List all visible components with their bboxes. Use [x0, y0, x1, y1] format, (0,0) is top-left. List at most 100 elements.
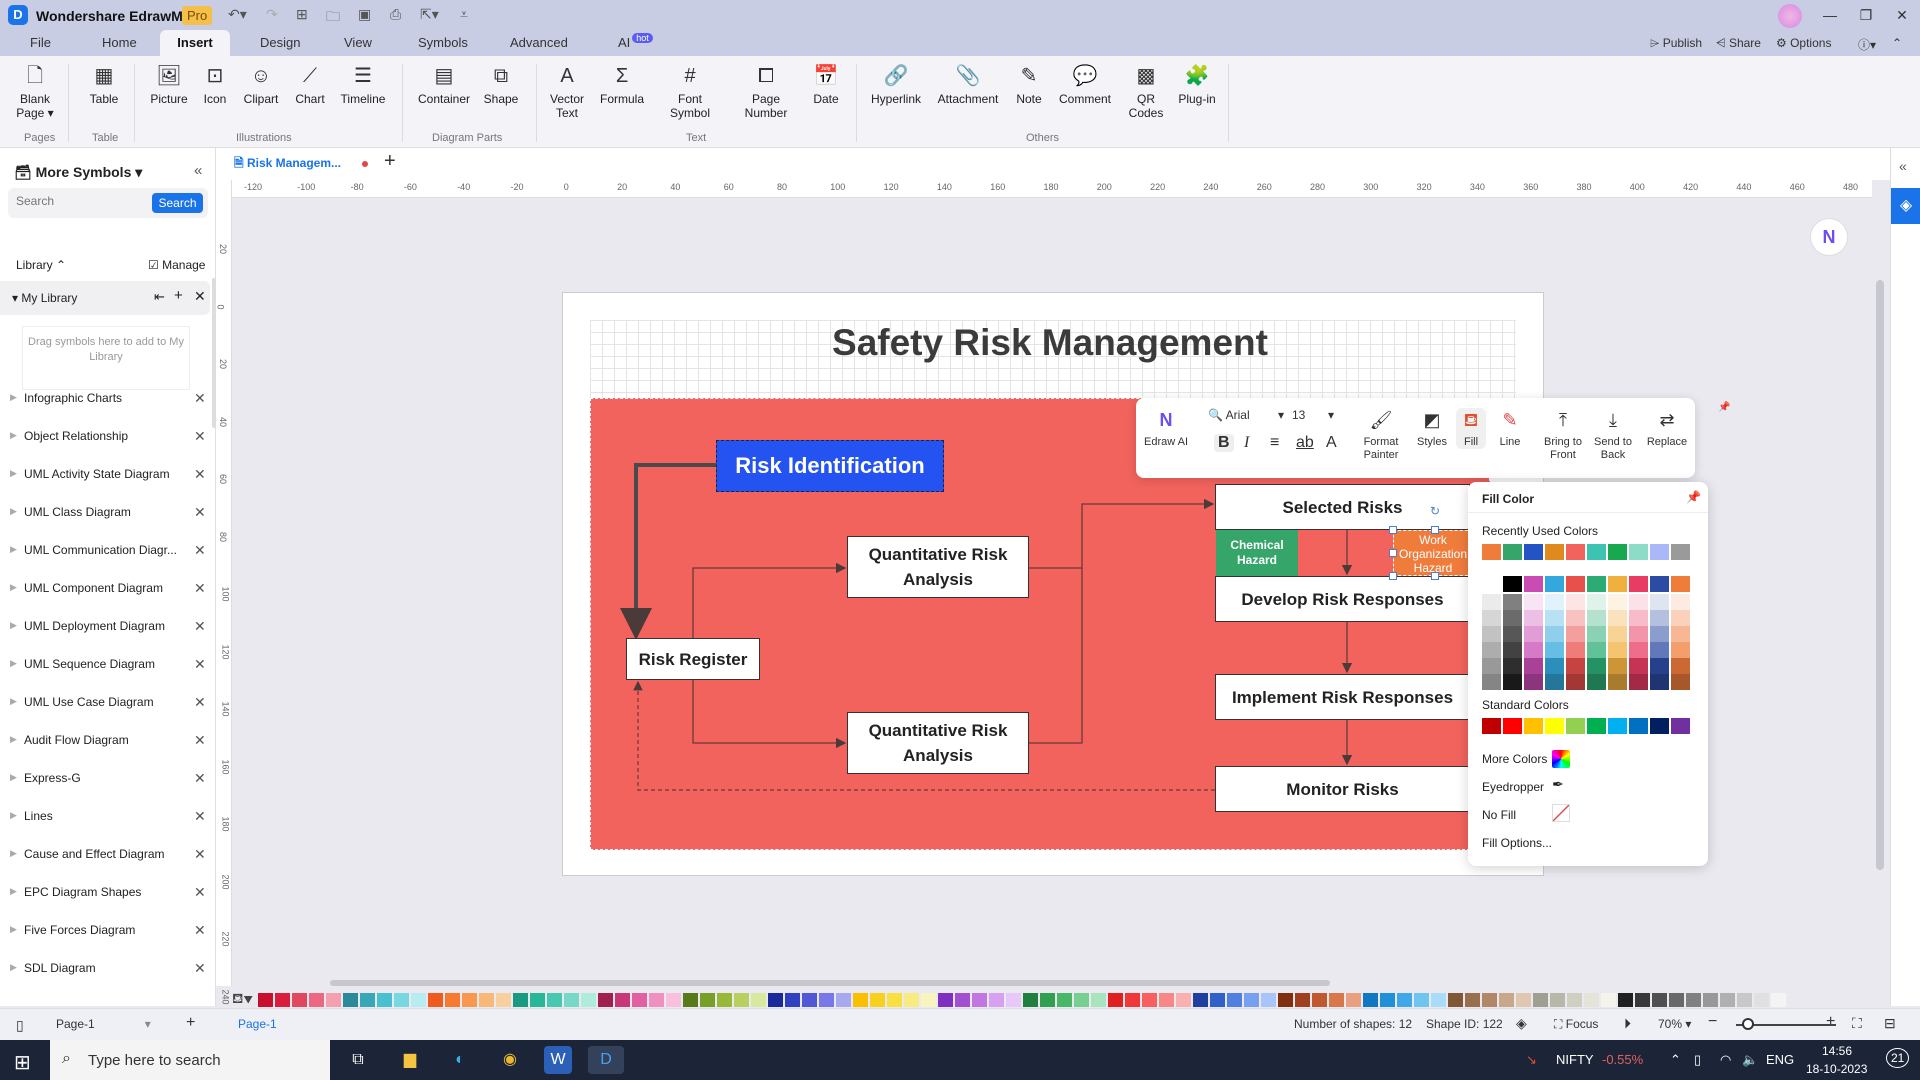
nifty-label[interactable]: NIFTY [1556, 1052, 1594, 1067]
standard-color-swatch[interactable] [1566, 718, 1585, 734]
fill-options-option[interactable]: Fill Options... [1482, 836, 1552, 850]
palette-color-swatch[interactable] [394, 993, 409, 1007]
theme-color-swatch[interactable] [1566, 610, 1585, 626]
palette-color-swatch[interactable] [360, 993, 375, 1007]
palette-color-swatch[interactable] [479, 993, 494, 1007]
task-view-icon[interactable]: ⧉ [340, 1046, 376, 1074]
palette-color-swatch[interactable] [1771, 993, 1786, 1007]
palette-color-swatch[interactable] [462, 993, 477, 1007]
theme-color-swatch[interactable] [1524, 658, 1543, 674]
recent-color-swatch[interactable] [1545, 544, 1564, 560]
theme-color-swatch[interactable] [1566, 674, 1585, 690]
recent-color-swatch[interactable] [1524, 544, 1543, 560]
theme-color-swatch[interactable] [1587, 594, 1606, 610]
horizontal-scrollbar[interactable] [330, 980, 1330, 986]
palette-color-swatch[interactable] [1380, 993, 1395, 1007]
theme-color-swatch[interactable] [1482, 594, 1501, 610]
palette-color-swatch[interactable] [343, 993, 358, 1007]
palette-color-swatch[interactable] [1023, 993, 1038, 1007]
eyedropper-option[interactable]: Eyedropper [1482, 780, 1544, 794]
palette-color-swatch[interactable] [802, 993, 817, 1007]
theme-color-swatch[interactable] [1650, 626, 1669, 642]
styles-button[interactable]: ◩ Styles [1412, 408, 1452, 449]
theme-color-swatch[interactable] [1671, 610, 1690, 626]
standard-color-swatch[interactable] [1608, 718, 1627, 734]
tray-chevron-icon[interactable]: ⌃ [1670, 1052, 1681, 1068]
recent-color-swatch[interactable] [1566, 544, 1585, 560]
theme-color-swatch[interactable] [1587, 658, 1606, 674]
palette-color-swatch[interactable] [1108, 993, 1123, 1007]
theme-color-swatch[interactable] [1482, 576, 1501, 592]
theme-color-swatch[interactable] [1482, 674, 1501, 690]
eyedropper-icon[interactable]: ✒ [1552, 776, 1564, 793]
palette-color-swatch[interactable] [717, 993, 732, 1007]
theme-color-swatch[interactable] [1587, 610, 1606, 626]
palette-color-swatch[interactable] [734, 993, 749, 1007]
risk-identification-shape[interactable]: Risk Identification [716, 440, 944, 492]
standard-color-swatch[interactable] [1545, 718, 1564, 734]
zoom-level[interactable]: 70% ▾ [1658, 1017, 1691, 1031]
palette-color-swatch[interactable] [785, 993, 800, 1007]
expand-panel-icon[interactable]: « [1899, 158, 1907, 174]
play-icon[interactable]: ⏵ [1624, 1015, 1631, 1032]
theme-color-swatch[interactable] [1650, 576, 1669, 592]
develop-risk-responses-shape[interactable]: Develop Risk Responses [1215, 576, 1470, 622]
theme-color-swatch[interactable] [1503, 626, 1522, 642]
fit-width-icon[interactable]: ⊟ [1884, 1015, 1896, 1032]
palette-color-swatch[interactable] [1499, 993, 1514, 1007]
palette-color-swatch[interactable] [1652, 993, 1667, 1007]
palette-color-swatch[interactable] [1737, 993, 1752, 1007]
palette-color-swatch[interactable] [632, 993, 647, 1007]
more-colors-option[interactable]: More Colors [1482, 752, 1547, 766]
theme-color-swatch[interactable] [1629, 576, 1648, 592]
palette-color-swatch[interactable] [836, 993, 851, 1007]
resize-handle[interactable] [1431, 572, 1439, 580]
theme-color-swatch[interactable] [1503, 674, 1522, 690]
zoom-slider-handle[interactable] [1742, 1018, 1754, 1030]
theme-color-swatch[interactable] [1566, 642, 1585, 658]
palette-color-swatch[interactable] [870, 993, 885, 1007]
vertical-scrollbar[interactable] [1876, 280, 1884, 870]
clock-time[interactable]: 14:56 [1822, 1044, 1852, 1058]
theme-color-swatch[interactable] [1629, 642, 1648, 658]
format-painter-button[interactable]: 🖌 Format Painter [1354, 408, 1408, 462]
theme-color-swatch[interactable] [1482, 626, 1501, 642]
palette-color-swatch[interactable] [1125, 993, 1140, 1007]
theme-color-swatch[interactable] [1503, 594, 1522, 610]
theme-color-swatch[interactable] [1671, 658, 1690, 674]
palette-color-swatch[interactable] [1227, 993, 1242, 1007]
theme-color-swatch[interactable] [1545, 642, 1564, 658]
fill-button[interactable]: ⛾ Fill [1456, 408, 1486, 449]
theme-color-swatch[interactable] [1608, 576, 1627, 592]
theme-color-swatch[interactable] [1524, 674, 1543, 690]
theme-color-swatch[interactable] [1671, 594, 1690, 610]
theme-color-swatch[interactable] [1545, 610, 1564, 626]
word-icon[interactable]: W [544, 1046, 572, 1074]
palette-color-swatch[interactable] [649, 993, 664, 1007]
theme-color-swatch[interactable] [1566, 626, 1585, 642]
palette-color-swatch[interactable] [1414, 993, 1429, 1007]
line-button[interactable]: ✎ Line [1494, 408, 1526, 449]
theme-color-swatch[interactable] [1608, 674, 1627, 690]
implement-risk-responses-shape[interactable]: Implement Risk Responses [1215, 674, 1470, 720]
palette-color-swatch[interactable] [1397, 993, 1412, 1007]
chrome-browser-icon[interactable]: ◉ [492, 1046, 528, 1074]
rotate-handle-icon[interactable]: ↻ [1430, 504, 1440, 518]
palette-color-swatch[interactable] [1584, 993, 1599, 1007]
theme-color-swatch[interactable] [1587, 642, 1606, 658]
palette-color-swatch[interactable] [1533, 993, 1548, 1007]
theme-color-swatch[interactable] [1671, 626, 1690, 642]
language-indicator[interactable]: ENG [1766, 1052, 1794, 1067]
no-fill-icon[interactable] [1552, 804, 1570, 822]
taskbar-search[interactable]: ⌕ Type here to search [50, 1040, 330, 1080]
align-button[interactable]: ≡ [1270, 434, 1279, 452]
standard-color-swatch[interactable] [1671, 718, 1690, 734]
theme-color-swatch[interactable] [1482, 642, 1501, 658]
edraw-ai-floating-button[interactable]: N [1810, 218, 1848, 256]
theme-color-swatch[interactable] [1524, 642, 1543, 658]
palette-color-swatch[interactable] [258, 993, 273, 1007]
palette-color-swatch[interactable] [1669, 993, 1684, 1007]
theme-color-swatch[interactable] [1608, 658, 1627, 674]
pin-icon[interactable]: 📌 [1686, 490, 1701, 504]
focus-button[interactable]: ⛶ Focus [1554, 1017, 1598, 1032]
